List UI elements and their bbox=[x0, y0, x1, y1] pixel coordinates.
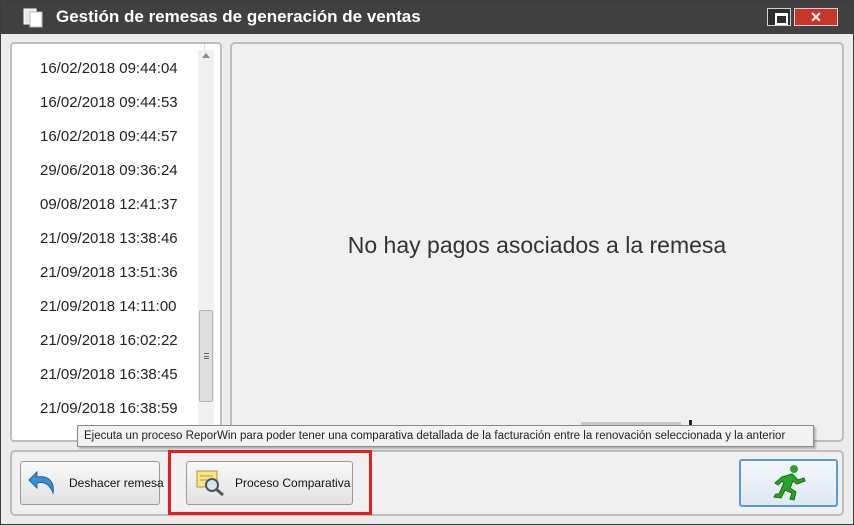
undo-remesa-button[interactable]: Deshacer remesa bbox=[20, 461, 164, 505]
list-scrollbar[interactable] bbox=[198, 50, 214, 440]
remesa-list-item[interactable]: 29/06/2018 09:36:24 bbox=[40, 162, 178, 179]
pagos-panel: No hay pagos asociados a la remesa bbox=[230, 42, 844, 442]
scroll-up-arrow-icon[interactable] bbox=[202, 53, 210, 58]
title-bar: Gestión de remesas de generación de vent… bbox=[1, 1, 853, 34]
highlight-annotation bbox=[168, 450, 372, 515]
remesa-list-item[interactable]: 21/09/2018 16:38:59 bbox=[40, 400, 178, 417]
remesas-list[interactable]: 16/02/2018 09:44:04 16/02/2018 09:44:53 16… bbox=[20, 44, 205, 440]
remesa-list-item[interactable]: 16/02/2018 09:44:04 bbox=[40, 60, 178, 77]
scroll-thumb[interactable] bbox=[199, 310, 213, 402]
undo-arrow-icon bbox=[28, 470, 54, 495]
documents-icon bbox=[23, 8, 43, 28]
close-button[interactable]: ✕ bbox=[794, 8, 838, 26]
remesa-list-item[interactable]: 21/09/2018 13:38:46 bbox=[40, 230, 178, 247]
remesa-list-item[interactable]: 21/09/2018 16:38:45 bbox=[40, 366, 178, 383]
remesa-list-item[interactable]: 09/08/2018 12:41:37 bbox=[40, 196, 178, 213]
undo-remesa-label: Deshacer remesa bbox=[69, 476, 164, 490]
empty-pagos-message: No hay pagos asociados a la remesa bbox=[347, 232, 727, 258]
remesa-list-item[interactable]: 16/02/2018 09:44:57 bbox=[40, 128, 178, 145]
running-man-icon bbox=[773, 465, 806, 501]
remesas-list-panel: 16/02/2018 09:44:04 16/02/2018 09:44:53 16… bbox=[10, 42, 222, 442]
restore-button[interactable] bbox=[767, 8, 791, 26]
main-window: Gestión de remesas de generación de vent… bbox=[0, 0, 854, 525]
tooltip: Ejecuta un proceso ReporWin para poder t… bbox=[77, 425, 814, 447]
remesa-list-item[interactable]: 21/09/2018 13:51:36 bbox=[40, 264, 178, 281]
run-button[interactable] bbox=[739, 459, 838, 507]
window-title: Gestión de remesas de generación de vent… bbox=[56, 7, 421, 26]
action-toolbar: Deshacer remesa Proceso Comparativa bbox=[10, 450, 844, 516]
remesa-list-item[interactable]: 21/09/2018 16:02:22 bbox=[40, 332, 178, 349]
remesa-list-item[interactable]: 16/02/2018 09:44:53 bbox=[40, 94, 178, 111]
grip-icon bbox=[204, 353, 209, 359]
remesa-list-item[interactable]: 21/09/2018 14:11:00 bbox=[40, 298, 177, 315]
